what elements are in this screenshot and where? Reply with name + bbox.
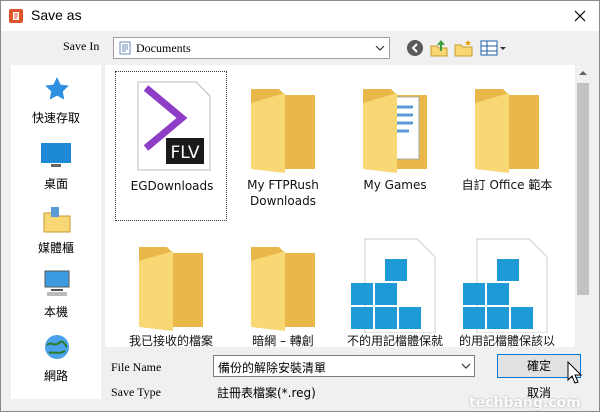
file-name: EGDownloads [130, 179, 214, 193]
place-label: 媒體櫃 [37, 241, 74, 255]
desktop-icon [41, 143, 71, 167]
place-label: 快速存取 [31, 111, 80, 125]
file-name: 自訂 Office 範本 [461, 178, 553, 192]
save-in-label: Save In [63, 39, 100, 53]
place-label: 桌面 [43, 177, 68, 191]
folder-documents-icon [363, 89, 427, 173]
place-label: 本機 [43, 305, 68, 319]
place-quick-access[interactable]: 快速存取 [11, 69, 101, 131]
up-folder-icon[interactable] [428, 38, 450, 58]
save-type-field[interactable]: 註冊表檔案(*.reg) [213, 381, 475, 403]
view-menu-icon[interactable] [479, 38, 509, 58]
save-type-label: Save Type [111, 385, 161, 399]
folder-icon [251, 89, 315, 173]
watermark-text: techbang.com [469, 395, 581, 411]
folder-item-office-templates[interactable]: 自訂 Office 範本 [451, 71, 563, 221]
file-list[interactable]: FLV EGDownloads My FTPRush Downloads My G… [105, 65, 591, 348]
location-value: Documents [136, 41, 191, 55]
chevron-down-icon[interactable] [458, 356, 474, 376]
documents-icon [119, 41, 131, 55]
new-folder-icon[interactable] [453, 38, 475, 58]
mouse-cursor-icon [567, 361, 583, 384]
vertical-scrollbar[interactable] [575, 65, 591, 347]
place-this-pc[interactable]: 本機 [11, 263, 101, 325]
scroll-up-icon[interactable] [579, 69, 587, 77]
place-label: 網路 [43, 369, 68, 383]
folder-item-ftprush[interactable]: My FTPRush Downloads [227, 71, 339, 221]
file-name-label: File Name [111, 360, 162, 374]
star-icon [45, 77, 69, 100]
svg-text:FLV: FLV [170, 143, 199, 163]
places-bar: 快速存取 桌面 媒體櫃 本機 網路 [11, 65, 101, 399]
save-as-dialog: Save as Save In Documents 快速存取 桌面 媒體櫃 本機… [0, 0, 600, 412]
file-name: 暗網 – 轉創 [252, 334, 314, 348]
folder-item-my-games[interactable]: My Games [339, 71, 451, 221]
file-name: My FTPRush Downloads [247, 178, 319, 208]
app-icon [9, 9, 23, 23]
registry-file-icon [463, 238, 548, 333]
network-icon [45, 335, 69, 359]
folder-icon [475, 89, 539, 173]
file-name: 我已接收的檔案 [128, 334, 213, 348]
back-button-icon[interactable] [404, 38, 426, 58]
place-desktop[interactable]: 桌面 [11, 135, 101, 197]
file-name: My Games [363, 178, 427, 192]
window-title: Save as [31, 7, 82, 23]
scrollbar-thumb[interactable] [577, 83, 589, 295]
file-name-field[interactable]: 備份的解除安裝清單 [213, 355, 475, 377]
location-dropdown[interactable]: Documents [113, 37, 390, 59]
file-name-value: 備份的解除安裝清單 [218, 361, 327, 375]
close-icon [574, 10, 586, 22]
place-libraries[interactable]: 媒體櫃 [11, 199, 101, 261]
file-name: 的用記檔體保該以 [458, 334, 555, 348]
title-bar: Save as [1, 1, 599, 31]
close-button[interactable] [561, 1, 599, 31]
registry-file-icon [351, 238, 436, 333]
computer-icon [44, 270, 70, 296]
place-network[interactable]: 網路 [11, 327, 101, 389]
chevron-down-icon[interactable] [371, 38, 389, 58]
folder-icon [139, 247, 203, 331]
folder-icon [251, 247, 315, 331]
flv-file-icon: FLV [137, 81, 211, 171]
file-item-egdownloads[interactable]: FLV EGDownloads [115, 71, 227, 221]
libraries-icon [43, 207, 71, 233]
file-name: 不的用記檔體保就 [346, 334, 443, 348]
save-type-value: 註冊表檔案(*.reg) [217, 386, 316, 400]
